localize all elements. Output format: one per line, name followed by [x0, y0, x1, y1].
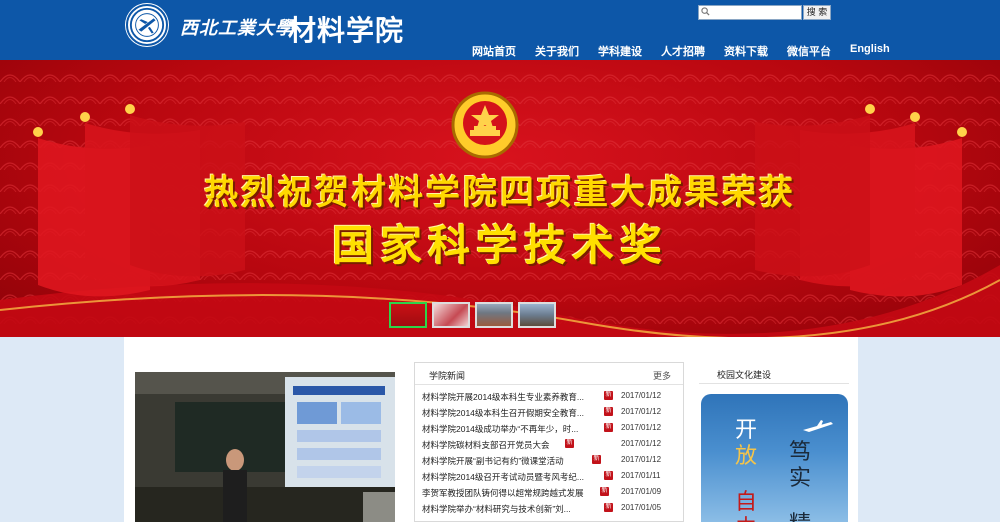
hero-banner[interactable]: 热烈祝贺材料学院四项重大成果荣获 国家科学技术奖: [0, 60, 1000, 337]
new-badge-icon: 新: [604, 471, 613, 480]
new-badge-icon: 新: [604, 391, 613, 400]
culture-title: 校园文化建设: [717, 370, 772, 380]
news-item[interactable]: 材料学院举办“材料研究与技术创新”刘... 新 2017/01/05: [415, 500, 683, 516]
news-item[interactable]: 李贺军教授团队铸何得以超常规跨越式发展 新 2017/01/09: [415, 484, 683, 500]
nav-home[interactable]: 网站首页: [472, 43, 516, 59]
new-badge-icon: 新: [565, 439, 574, 448]
campus-culture-box: 校园文化建设 开 放 笃 实 自 由 精: [699, 362, 849, 522]
news-item-date: 2017/01/05: [621, 503, 662, 512]
news-item[interactable]: 材料学院开展“副书记有约”微课堂活动 新 2017/01/12: [415, 452, 683, 468]
news-item-title[interactable]: 材料学院碳材料支部召开党员大会: [422, 439, 562, 451]
new-badge-icon: 新: [592, 455, 601, 464]
search-button[interactable]: 搜 索: [803, 5, 831, 20]
nav-about[interactable]: 关于我们: [535, 43, 579, 59]
search-bar: 搜 索: [698, 5, 831, 20]
news-item[interactable]: 材料学院2014级本科生召开假期安全教育... 新 2017/01/12: [415, 404, 683, 420]
news-item[interactable]: 材料学院碳材料支部召开党员大会 新 2017/01/12: [415, 436, 683, 452]
news-item-date: 2017/01/12: [621, 439, 662, 448]
news-item-date: 2017/01/12: [621, 391, 662, 400]
news-item[interactable]: 材料学院2014级召开考试动员暨考风考纪... 新 2017/01/11: [415, 468, 683, 484]
news-item-title[interactable]: 材料学院2014级本科生召开假期安全教育...: [422, 407, 598, 419]
slide-thumbnails: [389, 302, 561, 328]
university-seal-logo[interactable]: [126, 4, 168, 46]
news-list: 材料学院开展2014级本科生专业素养教育... 新 2017/01/12 材料学…: [415, 385, 683, 516]
seal-icon: [129, 7, 165, 43]
news-item-title[interactable]: 材料学院开展2014级本科生专业素养教育...: [422, 391, 598, 403]
slide-thumb-3[interactable]: [475, 302, 513, 328]
news-item-date: 2017/01/11: [621, 471, 661, 480]
nav-english[interactable]: English: [850, 43, 890, 59]
airplane-icon: [803, 420, 833, 432]
news-item-title[interactable]: 材料学院举办“材料研究与技术创新”刘...: [422, 503, 598, 515]
main-nav: 网站首页 关于我们 学科建设 人才招聘 资料下载 微信平台 English: [472, 43, 890, 59]
slide-thumb-2[interactable]: [432, 302, 470, 328]
news-item-title[interactable]: 材料学院2014级召开考试动员暨考风考纪...: [422, 471, 598, 483]
poster-char: 放: [735, 444, 758, 469]
site-header: 西北工業大學 材料学院 搜 索 网站首页 关于我们 学科建设 人才招聘 资料下载…: [0, 0, 1000, 60]
national-emblem: [451, 91, 519, 159]
poster-char: 实: [789, 466, 812, 491]
news-photo[interactable]: [135, 372, 395, 522]
banner-subheadline: 国家科学技术奖: [331, 221, 668, 270]
news-more-link[interactable]: 更多: [653, 369, 671, 382]
news-item-date: 2017/01/12: [621, 423, 662, 432]
poster-char: 由: [735, 510, 757, 522]
news-item-date: 2017/01/12: [621, 455, 662, 464]
nav-recruitment[interactable]: 人才招聘: [661, 43, 705, 59]
news-item-date: 2017/01/12: [621, 407, 662, 416]
slide-thumb-4[interactable]: [518, 302, 556, 328]
search-icon: [701, 7, 710, 16]
college-name[interactable]: 材料学院: [288, 9, 404, 49]
nav-downloads[interactable]: 资料下载: [724, 43, 768, 59]
search-input[interactable]: [698, 5, 802, 20]
news-item-title[interactable]: 材料学院2014级成功举办“不再年少，时...: [422, 423, 598, 435]
university-name: 西北工業大學: [180, 18, 294, 39]
news-item[interactable]: 材料学院开展2014级本科生专业素养教育... 新 2017/01/12: [415, 388, 683, 404]
news-item[interactable]: 材料学院2014级成功举办“不再年少，时... 新 2017/01/12: [415, 420, 683, 436]
news-item-title[interactable]: 材料学院开展“副书记有约”微课堂活动: [422, 455, 592, 467]
news-item-date: 2017/01/09: [621, 487, 662, 496]
new-badge-icon: 新: [604, 423, 613, 432]
nav-disciplines[interactable]: 学科建设: [598, 43, 642, 59]
lecture-photo-image: [135, 372, 395, 522]
culture-poster[interactable]: 开 放 笃 实 自 由 精: [701, 394, 848, 522]
news-title: 学院新闻: [429, 371, 466, 381]
new-badge-icon: 新: [604, 503, 613, 512]
new-badge-icon: 新: [604, 407, 613, 416]
college-news-box: 学院新闻 更多 材料学院开展2014级本科生专业素养教育... 新 2017/0…: [414, 362, 684, 522]
culture-header: 校园文化建设: [699, 362, 849, 384]
news-header: 学院新闻 更多: [415, 363, 683, 385]
poster-char: 精: [789, 506, 811, 522]
new-badge-icon: 新: [600, 487, 609, 496]
nav-wechat[interactable]: 微信平台: [787, 43, 831, 59]
banner-headline: 热烈祝贺材料学院四项重大成果荣获: [204, 173, 796, 213]
slide-thumb-1[interactable]: [389, 302, 427, 328]
news-item-title[interactable]: 李贺军教授团队铸何得以超常规跨越式发展: [422, 487, 598, 499]
